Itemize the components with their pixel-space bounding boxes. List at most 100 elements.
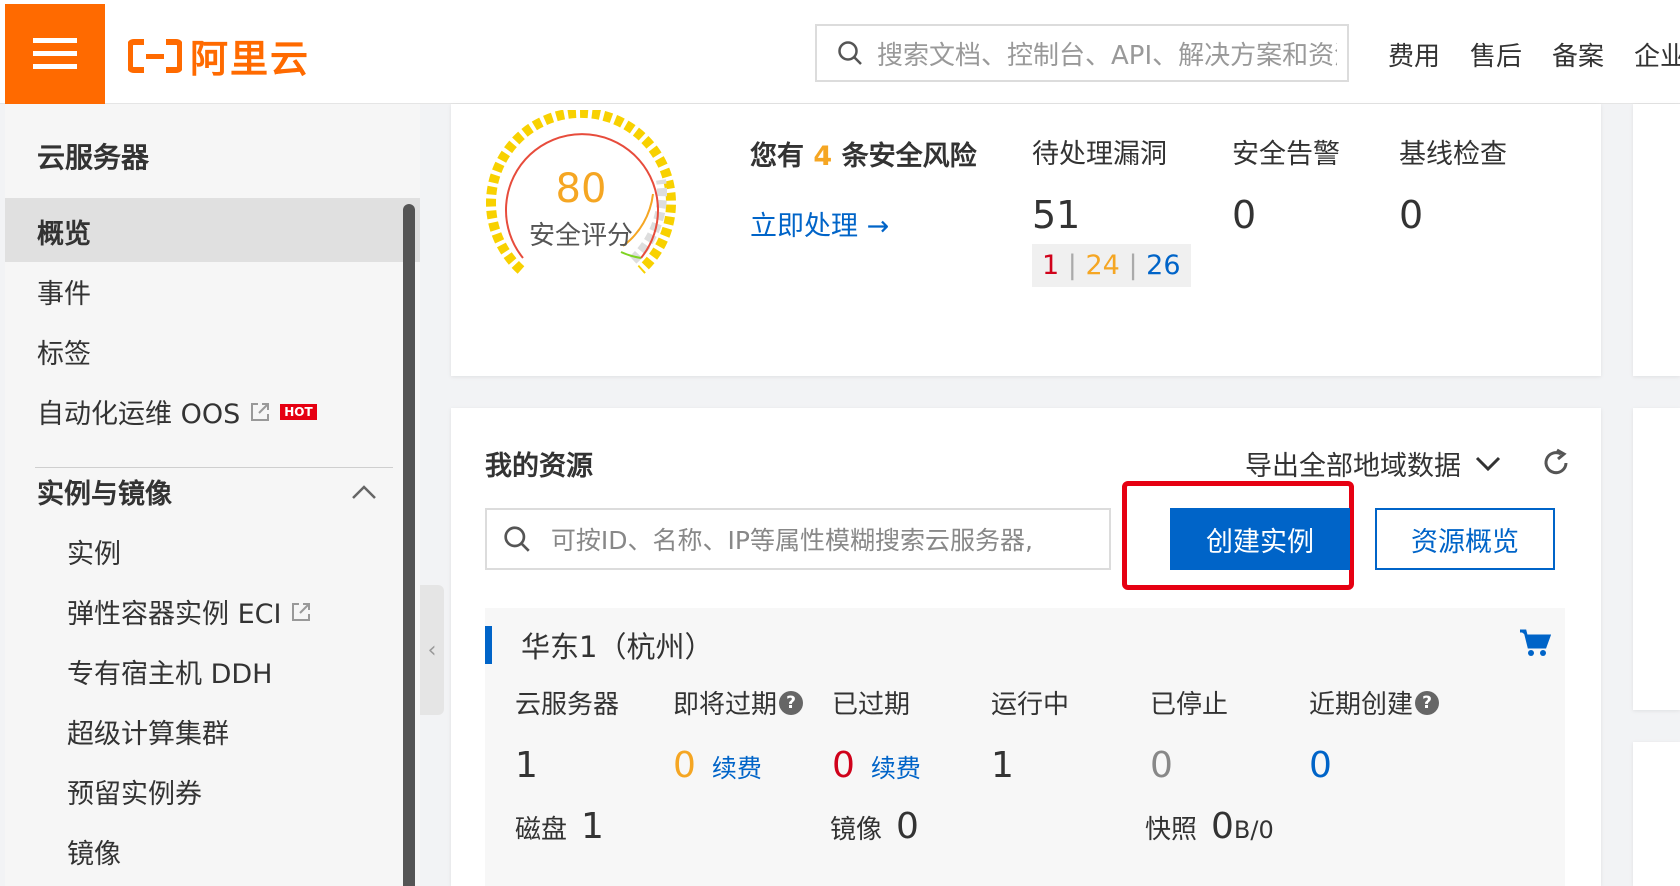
sidebar-item-tags[interactable]: 标签 [37,332,91,371]
stat-value[interactable]: 0 [1309,745,1439,786]
snapshot-value: 0 [1211,806,1234,847]
snapshot-stat[interactable]: 快照 0 B/0 [1145,806,1274,847]
risk-summary: 您有 4 条安全风险 [750,134,977,173]
external-link-icon [251,402,270,421]
region-stat-expiring: 即将过期? 0 续费 [673,684,804,786]
nav-support[interactable]: 售后 [1470,36,1522,73]
stat-number: 0 [1309,745,1332,786]
refresh-icon[interactable] [1541,448,1571,478]
help-icon[interactable]: ? [779,690,804,715]
sidebar-divider [35,467,393,468]
search-placeholder: 搜索文档、控制台、API、解决方案和资源 [877,40,1337,71]
sidebar-item-overview[interactable]: 概览 [37,212,91,251]
image-stat[interactable]: 镜像 0 [830,806,919,847]
severity-low[interactable]: 26 [1146,250,1180,281]
stat-value: 0 [1399,193,1424,237]
severity-medium[interactable]: 24 [1085,250,1119,281]
resources-title: 我的资源 [485,451,593,482]
disk-stat[interactable]: 磁盘 1 [515,806,604,847]
right-card-1 [1633,104,1680,376]
sidebar-item-reserved[interactable]: 预留实例券 [67,772,202,811]
severity-breakdown: 1 | 24 | 26 [1032,244,1191,287]
disk-label: 磁盘 [515,815,568,845]
stat-value: 0 [1232,193,1257,237]
stat-alerts[interactable]: 安全告警 0 [1232,132,1340,237]
nav-icp[interactable]: 备案 [1552,36,1604,73]
handle-now-link[interactable]: 立即处理 → [750,204,889,243]
severity-separator: | [1067,250,1077,281]
stat-number: 0 [1150,745,1173,786]
external-link-icon [292,602,311,621]
security-score: 80 [556,166,607,212]
sidebar-title: 云服务器 [37,141,150,174]
sidebar-item-images[interactable]: 镜像 [67,832,121,871]
security-card: 80 安全评分 您有 4 条安全风险 立即处理 → 待处理漏洞 51 1 | 2… [451,104,1601,376]
sidebar-item-scc[interactable]: 超级计算集群 [67,712,229,751]
search-placeholder: 可按ID、名称、IP等属性模糊搜索云服务器, [550,526,1033,555]
sidebar-item-ddh[interactable]: 专有宿主机 DDH [67,652,272,691]
nav-billing[interactable]: 费用 [1388,36,1440,73]
risk-prefix: 您有 [750,141,804,172]
sidebar-collapse-button[interactable]: ‹ [420,585,444,715]
region-stat-stopped: 已停止 0 [1150,684,1228,786]
nav-enterprise[interactable]: 企业 [1634,36,1680,73]
stat-value[interactable]: 0 [1150,745,1228,786]
stat-label: 安全告警 [1232,139,1340,170]
region-stat-servers: 云服务器 1 [515,684,619,786]
stat-label: 待处理漏洞 [1032,139,1167,170]
stat-label: 已过期 [832,690,911,720]
my-resources-card: 我的资源 导出全部地域数据 可按ID、名称、IP等属性模糊搜索云服务器, 创建实… [451,408,1601,886]
logo-text: 阿里云 [190,37,311,81]
top-bar: 阿里云 搜索文档、控制台、API、解决方案和资源 费用 售后 备案 企业 [0,0,1680,104]
stat-number[interactable]: 0 [832,745,855,786]
risk-suffix: 条安全风险 [841,141,977,172]
stat-label-text: 近期创建 [1309,690,1414,720]
snapshot-label: 快照 [1145,815,1198,845]
sidebar-item-instances[interactable]: 实例 [67,532,121,571]
stat-value: 0 续费 [673,745,803,786]
region-stat-expired: 已过期 0 续费 [832,684,921,786]
snapshot-unit: B/0 [1233,816,1274,844]
chevron-up-icon [352,484,376,499]
stat-number: 1 [991,745,1014,786]
sidebar-item-events[interactable]: 事件 [37,272,91,311]
stat-value[interactable]: 1 [991,745,1069,786]
sidebar-item-oos[interactable]: 自动化运维 OOS HOT [37,392,317,431]
sidebar-item-eci[interactable]: 弹性容器实例 ECI [67,592,313,631]
right-card-2 [1633,408,1680,710]
search-icon [838,41,862,65]
search-icon [504,526,530,552]
hot-badge: HOT [280,403,317,420]
aliyun-logo[interactable]: 阿里云 [128,28,310,83]
renew-link[interactable]: 续费 [712,749,762,785]
region-stat-running: 运行中 1 [991,684,1069,786]
menu-button[interactable] [5,4,105,104]
sidebar-item-label: 自动化运维 OOS [37,399,241,430]
sidebar-group-instances-images[interactable]: 实例与镜像 [37,472,377,511]
stat-number[interactable]: 0 [673,745,696,786]
chevron-left-icon: ‹ [427,637,437,663]
security-score-gauge: 80 安全评分 [486,110,676,274]
create-instance-button[interactable]: 创建实例 [1170,508,1350,570]
cart-icon[interactable] [1519,628,1551,658]
image-label: 镜像 [830,815,883,845]
renew-link[interactable]: 续费 [871,749,921,785]
image-value: 0 [896,806,919,847]
export-region-data-dropdown[interactable]: 导出全部地域数据 [1245,444,1501,483]
stat-value[interactable]: 1 [515,745,619,786]
help-icon[interactable]: ? [1415,690,1440,715]
stat-vulnerabilities[interactable]: 待处理漏洞 51 [1032,132,1167,237]
global-search-input[interactable]: 搜索文档、控制台、API、解决方案和资源 [815,24,1349,82]
severity-high[interactable]: 1 [1042,250,1059,281]
hamburger-icon [33,38,77,69]
sidebar-scrollbar[interactable] [403,204,415,886]
region-stat-recent: 近期创建? 0 [1309,684,1440,786]
stat-label: 运行中 [991,690,1070,720]
stat-baseline[interactable]: 基线检查 0 [1399,132,1507,237]
stat-label: 云服务器 [515,690,620,720]
resource-overview-button[interactable]: 资源概览 [1375,508,1555,570]
sidebar-group-label: 实例与镜像 [37,479,172,510]
stat-label: 即将过期? [673,684,804,721]
region-name: 华东1（杭州） [521,630,714,664]
instance-search-input[interactable]: 可按ID、名称、IP等属性模糊搜索云服务器, [485,508,1111,570]
